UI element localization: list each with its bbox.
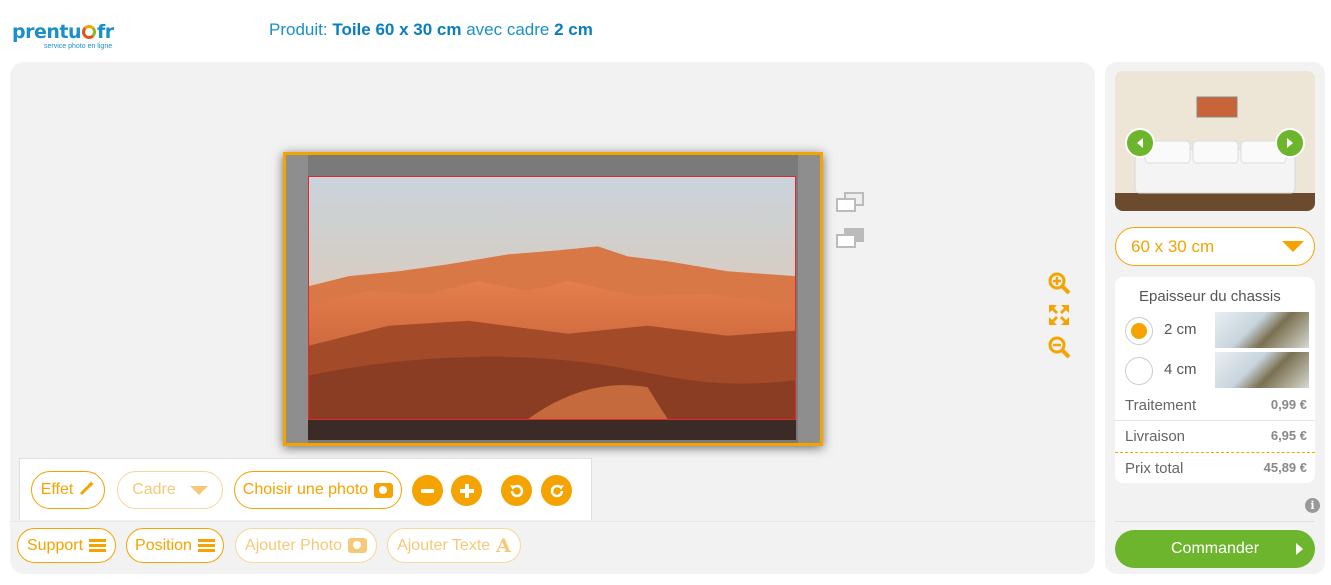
thickness-title: Epaisseur du chassis xyxy=(1139,288,1281,305)
price-label: Traitement xyxy=(1125,397,1197,414)
choose-photo-label: Choisir une photo xyxy=(242,481,369,498)
thickness-2cm-label: 2 cm xyxy=(1164,321,1197,338)
edit-toolbar: Effet Cadre Choisir une photo xyxy=(19,458,592,520)
add-photo-button[interactable]: Ajouter Photo xyxy=(235,528,377,563)
support-label: Support xyxy=(26,536,84,554)
preview-prev-button[interactable] xyxy=(1125,128,1155,158)
product-summary: Produit: Toile 60 x 30 cm avec cadre 2 c… xyxy=(269,20,593,40)
sidebar-divider xyxy=(1115,521,1315,522)
menu-icon xyxy=(89,539,107,552)
price-value: 6,95 € xyxy=(1270,428,1307,443)
order-sidebar: 60 x 30 cm Epaisseur du chassis 2 cm 4 c… xyxy=(1105,62,1325,574)
size-selected-value: 60 x 30 cm xyxy=(1131,236,1215,256)
price-total-divider xyxy=(1115,452,1315,453)
menu-icon xyxy=(197,539,215,552)
frame-value: 2 cm xyxy=(554,20,593,39)
zoom-out-icon[interactable] xyxy=(1046,334,1072,360)
position-button[interactable]: Position xyxy=(126,528,224,563)
magic-wand-icon xyxy=(79,480,95,501)
camera-icon xyxy=(374,482,394,498)
info-icon[interactable]: i xyxy=(1305,498,1320,513)
arrow-right-icon xyxy=(1296,543,1303,555)
frame-label: Cadre xyxy=(132,481,176,498)
rotate-right-button[interactable] xyxy=(541,475,572,506)
rotate-right-icon xyxy=(550,484,564,497)
thickness-2cm-radio[interactable] xyxy=(1125,317,1153,345)
room-preview xyxy=(1115,71,1315,211)
chevron-down-icon xyxy=(189,485,208,495)
bring-forward-icon[interactable] xyxy=(836,192,868,216)
logo-tagline: service photo en ligne xyxy=(44,43,113,50)
editor-area: Effet Cadre Choisir une photo Support Po… xyxy=(10,62,1095,574)
effect-button[interactable]: Effet xyxy=(31,471,105,509)
canvas-photo[interactable] xyxy=(308,176,796,420)
arrow-right-icon xyxy=(1287,138,1293,148)
rotate-left-button[interactable] xyxy=(501,475,532,506)
toolbar-divider xyxy=(10,521,1095,522)
send-backward-icon[interactable] xyxy=(836,228,868,252)
order-label: Commander xyxy=(1170,540,1260,557)
add-text-button[interactable]: Ajouter Texte A xyxy=(387,528,521,563)
preview-next-button[interactable] xyxy=(1275,128,1305,158)
thickness-4cm-label: 4 cm xyxy=(1164,361,1197,378)
logo-text-suffix: fr xyxy=(97,21,114,43)
price-label: Prix total xyxy=(1125,460,1184,477)
minus-icon xyxy=(421,488,434,493)
arrow-left-icon xyxy=(1137,138,1143,148)
fit-expand-icon[interactable] xyxy=(1046,302,1072,328)
effect-label: Effet xyxy=(40,481,74,498)
plus-icon xyxy=(459,483,474,498)
thickness-2cm-thumbnail xyxy=(1215,312,1309,348)
add-text-label: Ajouter Texte xyxy=(397,536,491,554)
frame-text: avec cadre xyxy=(466,20,550,39)
canvas-bottom-edge xyxy=(308,420,796,440)
zoom-in-icon[interactable] xyxy=(1046,270,1072,296)
order-button[interactable]: Commander xyxy=(1115,530,1315,568)
product-prefix: Produit: xyxy=(269,20,328,39)
position-label: Position xyxy=(135,536,192,554)
zoom-plus-button[interactable] xyxy=(451,475,482,506)
price-label: Livraison xyxy=(1125,428,1186,445)
product-name: Toile 60 x 30 cm xyxy=(332,20,462,39)
add-photo-label: Ajouter Photo xyxy=(245,536,342,554)
choose-photo-button[interactable]: Choisir une photo xyxy=(234,471,402,509)
zoom-tools xyxy=(1046,270,1074,366)
photo-wrapper xyxy=(283,152,823,446)
price-divider xyxy=(1115,420,1315,421)
support-button[interactable]: Support xyxy=(17,528,116,563)
chevron-down-icon xyxy=(1282,241,1304,252)
size-dropdown[interactable]: 60 x 30 cm xyxy=(1115,227,1315,266)
thickness-4cm-radio[interactable] xyxy=(1125,357,1153,385)
text-icon: A xyxy=(496,534,511,557)
price-value: 45,89 € xyxy=(1263,460,1307,475)
camera-icon xyxy=(347,538,367,553)
zoom-minus-button[interactable] xyxy=(412,475,443,506)
logo-circle-icon xyxy=(82,25,96,39)
rotate-left-icon xyxy=(509,484,523,497)
options-panel: Epaisseur du chassis 2 cm 4 cm Traitemen… xyxy=(1115,277,1315,483)
frame-dropdown[interactable]: Cadre xyxy=(117,471,223,509)
thickness-4cm-thumbnail xyxy=(1215,352,1309,388)
logo-text: prentu xyxy=(12,21,82,43)
logo[interactable]: prentu fr service photo en ligne xyxy=(12,22,122,52)
price-value: 0,99 € xyxy=(1270,397,1307,412)
